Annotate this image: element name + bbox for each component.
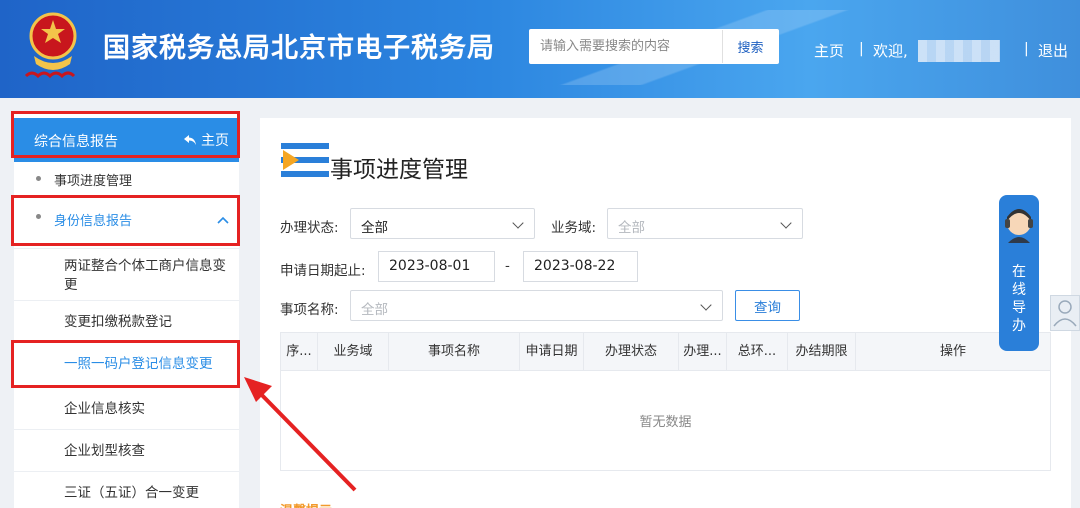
nav-separator: | bbox=[859, 41, 864, 57]
status-select[interactable]: 全部 bbox=[350, 208, 535, 239]
search-button[interactable]: 搜索 bbox=[722, 30, 778, 63]
query-button[interactable]: 查询 bbox=[735, 290, 800, 321]
date-range-label: 申请日期起止: bbox=[280, 263, 366, 279]
sub-item-label: 变更扣缴税款登记 bbox=[64, 314, 172, 330]
assistant-avatar-icon bbox=[1005, 209, 1033, 243]
empty-table-text: 暂无数据 bbox=[639, 415, 692, 430]
column-header-index[interactable]: 序... bbox=[281, 333, 318, 371]
item-name-label: 事项名称: bbox=[280, 302, 339, 318]
sub-item-individual-change[interactable]: 两证整合个体工商户信息变更 bbox=[14, 248, 239, 300]
sub-item-label: 企业信息核实 bbox=[64, 401, 145, 417]
column-header-status[interactable]: 办理状态 bbox=[584, 333, 679, 371]
sub-item-label: 企业划型核查 bbox=[64, 443, 145, 459]
column-header-date[interactable]: 申请日期 bbox=[520, 333, 584, 371]
logout-link[interactable]: 退出 bbox=[1038, 40, 1068, 61]
list-title-icon bbox=[281, 143, 329, 177]
top-banner: 国家税务总局北京市电子税务局 搜索 主页 | 欢迎, | 退出 bbox=[0, 0, 1080, 98]
username-mosaic bbox=[918, 40, 1000, 62]
item-name-select[interactable]: 全部 bbox=[350, 290, 723, 321]
online-guide-button[interactable]: 在 线 导 办 bbox=[999, 195, 1039, 351]
sub-item-label: 三证（五证）合一变更 bbox=[64, 485, 199, 501]
search-box: 搜索 bbox=[529, 29, 779, 64]
guide-text: 导 bbox=[1012, 300, 1026, 316]
page-title: 事项进度管理 bbox=[330, 157, 468, 183]
sidebar: 综合信息报告 主页 事项进度管理 身份信息报告 两证整合个体工商户信息变更 变更… bbox=[14, 112, 239, 508]
nav-home-link[interactable]: 主页 bbox=[814, 40, 844, 61]
guide-text: 线 bbox=[1012, 282, 1026, 298]
sub-item-license-merge[interactable]: 三证（五证）合一变更 bbox=[14, 471, 239, 508]
column-header-total[interactable]: 总环... bbox=[727, 333, 788, 371]
chevron-down-icon bbox=[700, 299, 712, 311]
highlight-box bbox=[11, 195, 240, 246]
date-to-input[interactable]: 2023-08-22 bbox=[523, 251, 638, 282]
sub-item-label: 两证整合个体工商户信息变更 bbox=[64, 258, 226, 293]
column-header-handler[interactable]: 办理... bbox=[679, 333, 727, 371]
chevron-down-icon bbox=[512, 217, 524, 229]
status-label: 办理状态: bbox=[280, 220, 339, 236]
tax-emblem-logo bbox=[24, 12, 77, 79]
date-from-input[interactable]: 2023-08-01 bbox=[378, 251, 495, 282]
guide-text: 在 bbox=[1012, 264, 1026, 280]
column-header-domain[interactable]: 业务域 bbox=[318, 333, 389, 371]
chevron-down-icon bbox=[780, 217, 792, 229]
domain-select[interactable]: 全部 bbox=[607, 208, 803, 239]
tip-title: 温馨提示 bbox=[280, 500, 332, 508]
status-select-value: 全部 bbox=[361, 220, 388, 236]
highlight-box bbox=[11, 340, 240, 388]
highlight-box bbox=[11, 111, 240, 158]
column-header-deadline[interactable]: 办结期限 bbox=[788, 333, 856, 371]
sub-item-classification[interactable]: 企业划型核查 bbox=[14, 429, 239, 471]
user-avatar-icon[interactable] bbox=[1050, 295, 1080, 331]
site-title: 国家税务总局北京市电子税务局 bbox=[103, 33, 495, 64]
guide-text: 办 bbox=[1012, 318, 1026, 334]
table-header: 序... 业务域 事项名称 申请日期 办理状态 办理... 总环... 办结期限… bbox=[281, 333, 1050, 371]
sub-item-verify[interactable]: 企业信息核实 bbox=[14, 387, 239, 429]
sidebar-item-label: 事项进度管理 bbox=[54, 174, 133, 189]
sub-item-withholding[interactable]: 变更扣缴税款登记 bbox=[14, 300, 239, 342]
search-input[interactable] bbox=[530, 30, 722, 63]
domain-select-value: 全部 bbox=[618, 220, 645, 236]
welcome-text: 欢迎, bbox=[873, 42, 908, 60]
item-name-value: 全部 bbox=[361, 302, 388, 318]
nav-separator: | bbox=[1024, 41, 1029, 57]
column-header-name[interactable]: 事项名称 bbox=[389, 333, 520, 371]
date-separator: - bbox=[505, 258, 510, 274]
progress-table: 序... 业务域 事项名称 申请日期 办理状态 办理... 总环... 办结期限… bbox=[280, 332, 1051, 471]
bullet-icon bbox=[36, 176, 41, 181]
domain-label: 业务域: bbox=[551, 220, 597, 236]
